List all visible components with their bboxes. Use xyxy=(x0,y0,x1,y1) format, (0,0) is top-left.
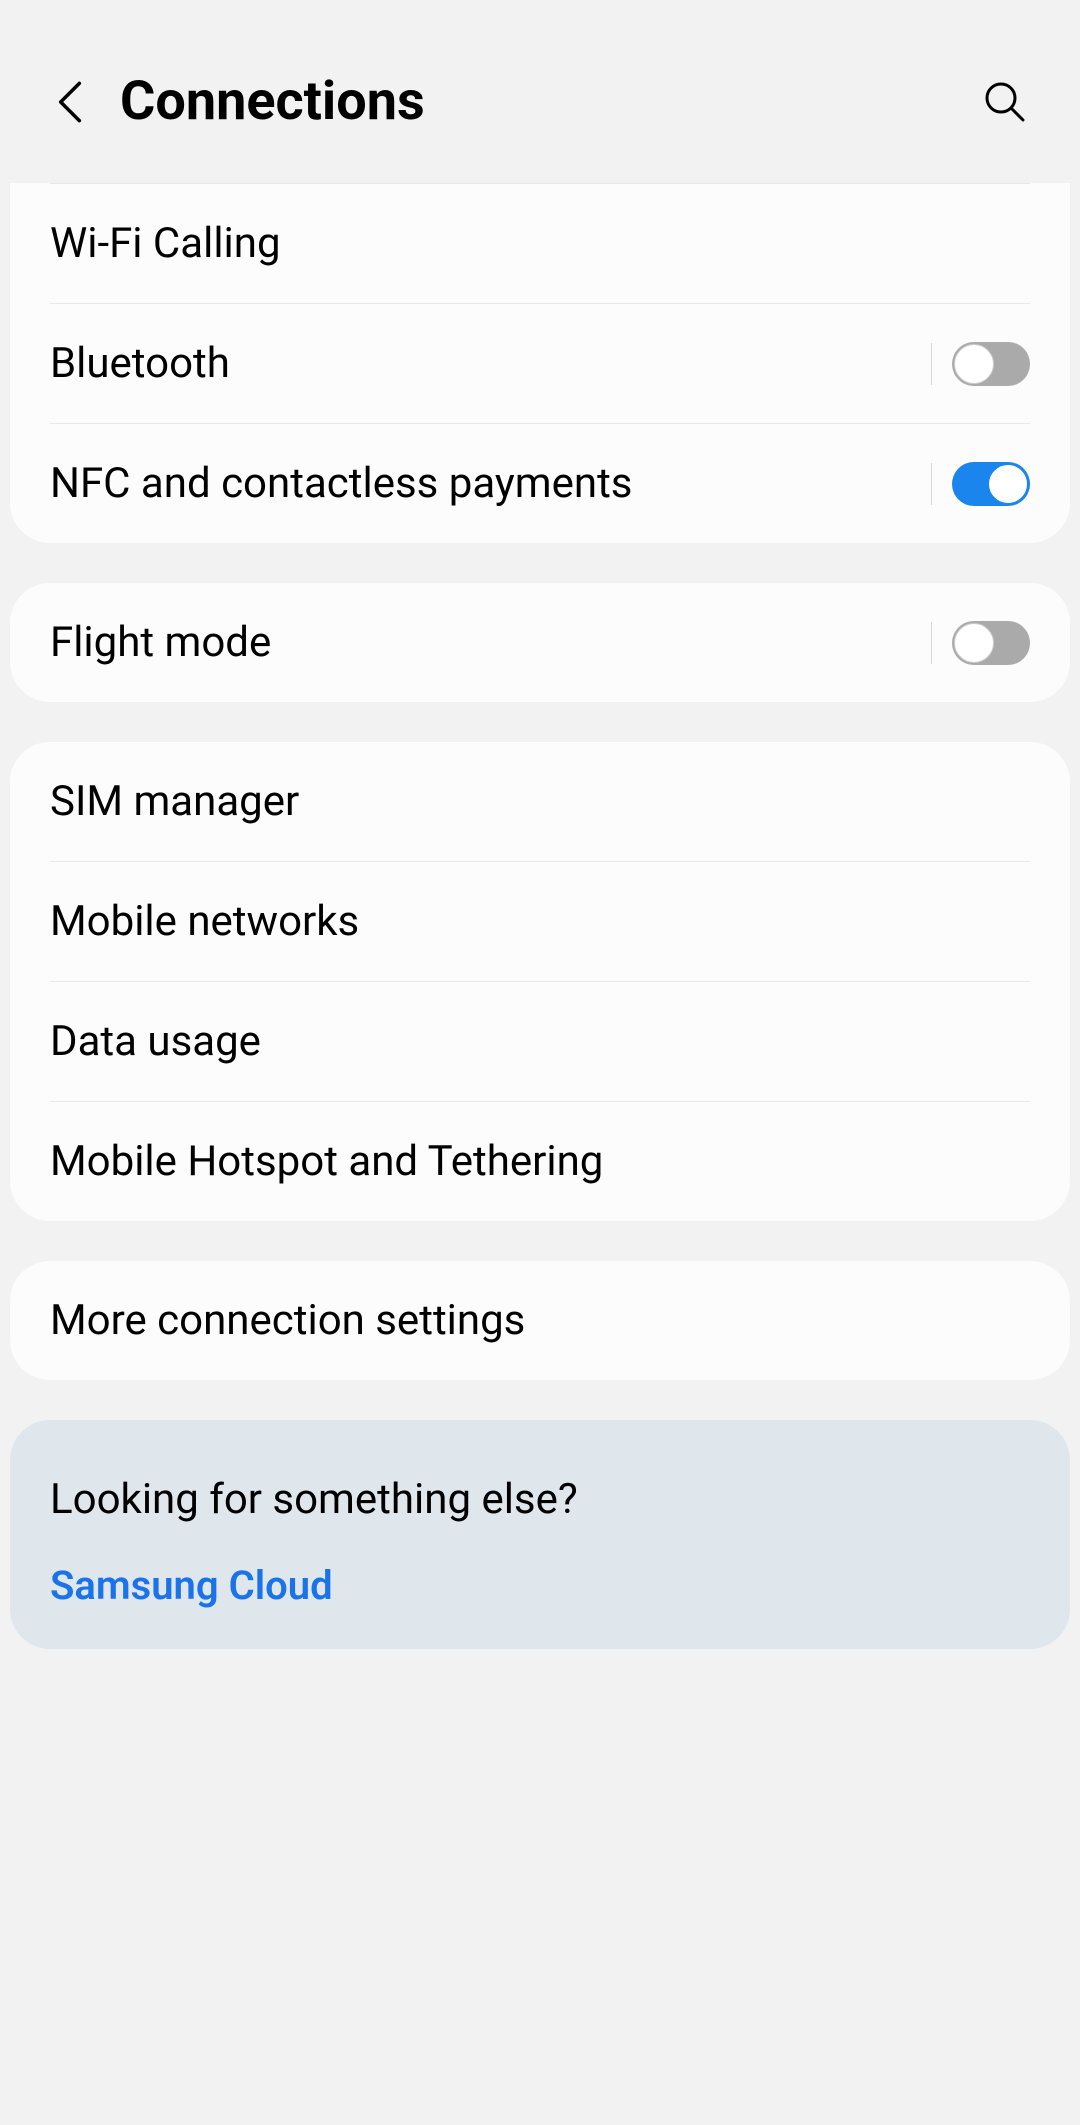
row-label: Mobile networks xyxy=(50,897,1030,946)
flight-mode-toggle[interactable] xyxy=(952,621,1030,665)
row-label: Mobile Hotspot and Tethering xyxy=(50,1137,1030,1186)
toggle-knob xyxy=(988,464,1028,504)
settings-group-1: Wi-Fi Calling Bluetooth NFC and contactl… xyxy=(10,183,1070,543)
chevron-left-icon xyxy=(56,78,84,126)
mobile-networks-row[interactable]: Mobile networks xyxy=(10,862,1070,981)
row-label: Bluetooth xyxy=(50,339,931,388)
vertical-divider xyxy=(931,343,932,385)
row-label: More connection settings xyxy=(50,1296,1030,1345)
bluetooth-toggle[interactable] xyxy=(952,342,1030,386)
search-button[interactable] xyxy=(980,77,1030,127)
settings-group-2: Flight mode xyxy=(10,583,1070,702)
toggle-knob xyxy=(954,344,994,384)
samsung-cloud-link[interactable]: Samsung Cloud xyxy=(50,1562,1030,1609)
vertical-divider xyxy=(931,463,932,505)
nfc-toggle[interactable] xyxy=(952,462,1030,506)
vertical-divider xyxy=(931,622,932,664)
settings-group-3: SIM manager Mobile networks Data usage M… xyxy=(10,742,1070,1221)
row-label: Wi-Fi Calling xyxy=(50,219,1030,268)
row-label: Data usage xyxy=(50,1017,1030,1066)
data-usage-row[interactable]: Data usage xyxy=(10,982,1070,1101)
hotspot-row[interactable]: Mobile Hotspot and Tethering xyxy=(10,1102,1070,1221)
nfc-row[interactable]: NFC and contactless payments xyxy=(10,424,1070,543)
sim-manager-row[interactable]: SIM manager xyxy=(10,742,1070,861)
more-settings-row[interactable]: More connection settings xyxy=(10,1261,1070,1380)
bluetooth-row[interactable]: Bluetooth xyxy=(10,304,1070,423)
search-icon xyxy=(983,80,1027,124)
suggestion-card: Looking for something else? Samsung Clou… xyxy=(10,1420,1070,1649)
page-title: Connections xyxy=(120,70,950,133)
back-button[interactable] xyxy=(50,82,90,122)
toggle-wrapper xyxy=(931,462,1030,506)
suggestion-title: Looking for something else? xyxy=(50,1475,1030,1524)
row-label: NFC and contactless payments xyxy=(50,459,931,508)
row-label: Flight mode xyxy=(50,618,931,667)
toggle-knob xyxy=(954,623,994,663)
settings-group-4: More connection settings xyxy=(10,1261,1070,1380)
flight-mode-row[interactable]: Flight mode xyxy=(10,583,1070,702)
toggle-wrapper xyxy=(931,342,1030,386)
toggle-wrapper xyxy=(931,621,1030,665)
header: Connections xyxy=(0,0,1080,183)
wifi-calling-row[interactable]: Wi-Fi Calling xyxy=(10,184,1070,303)
row-label: SIM manager xyxy=(50,777,1030,826)
